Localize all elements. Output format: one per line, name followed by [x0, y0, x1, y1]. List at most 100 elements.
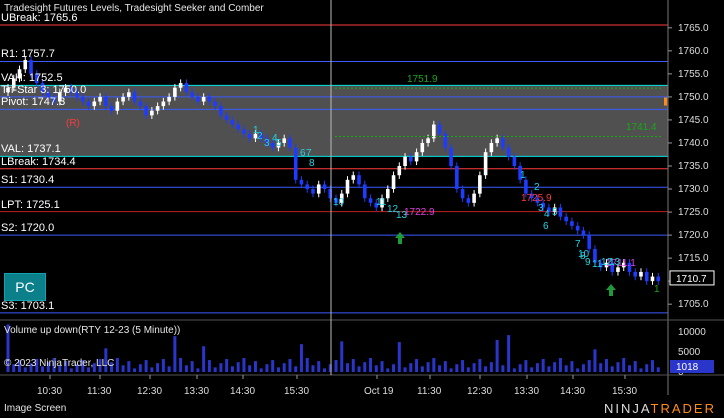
- volume-bar: [133, 368, 137, 372]
- candle-body: [184, 83, 189, 93]
- seq-right-number: 10: [578, 249, 590, 260]
- volume-bar: [639, 368, 643, 372]
- volume-bar: [213, 367, 217, 372]
- volume-bar: [558, 358, 562, 372]
- candle-body: [587, 235, 591, 249]
- seq-right-number: 2: [534, 182, 540, 193]
- candle-body: [489, 142, 494, 153]
- seq-right-number: 4: [544, 209, 550, 220]
- volume-bar: [236, 362, 240, 372]
- volume-bar: [190, 361, 194, 372]
- level-label: Pivot: 1747.3: [1, 96, 66, 109]
- candle-body: [299, 179, 304, 185]
- candle-body: [98, 96, 102, 102]
- candle-body: [316, 184, 321, 194]
- chart-background: [0, 0, 724, 418]
- time-tick-label: 15:30: [284, 386, 309, 397]
- price-tick-label: 1740.0: [678, 138, 709, 149]
- volume-bar: [599, 363, 603, 372]
- price-tick-label: 1705.0: [678, 299, 709, 310]
- volume-bar: [207, 360, 211, 372]
- candle-body: [403, 156, 407, 166]
- volume-bar: [161, 359, 165, 372]
- candle-body: [455, 166, 459, 190]
- candle-body: [564, 216, 568, 222]
- candle-body: [201, 96, 206, 102]
- volume-bar: [179, 358, 183, 372]
- volume-bar: [576, 368, 580, 372]
- volume-bar: [288, 359, 292, 372]
- volume-bar: [420, 366, 424, 372]
- candle-body: [150, 110, 154, 116]
- volume-bar: [253, 361, 257, 372]
- volume-bar: [294, 366, 298, 372]
- time-tick-label: 15:30: [612, 386, 637, 397]
- price-tick-label: 1735.0: [678, 161, 709, 172]
- ninjatrader-logo: NINJATRADER: [604, 401, 716, 416]
- candle-body: [650, 276, 655, 282]
- time-tick-label: 13:30: [184, 386, 209, 397]
- volume-bar: [374, 365, 378, 372]
- candle-body: [173, 87, 177, 97]
- volume-bar: [438, 365, 442, 372]
- candle-body: [224, 115, 229, 120]
- volume-bar: [369, 358, 373, 372]
- volume-bar: [363, 362, 367, 372]
- candle-body: [575, 225, 580, 231]
- candle-body: [656, 276, 661, 282]
- last-volume-label: 1018: [676, 362, 699, 373]
- ninjatrader-chart-window: 1751.9 1741.4 (R) 1722.9 1725.9 1711.1 1 2 3 4 5 6 7…: [0, 0, 724, 418]
- candle-body: [443, 133, 448, 148]
- volume-tick-label: 5000: [678, 347, 701, 358]
- volume-bar: [432, 358, 436, 372]
- volume-bar: [455, 364, 459, 372]
- volume-bar: [570, 361, 574, 372]
- price-tick-label: 1765.0: [678, 23, 709, 34]
- seq-left-number: 3: [264, 138, 270, 149]
- candle-body: [190, 92, 194, 97]
- candle-body: [144, 106, 148, 116]
- volume-bar: [397, 342, 401, 372]
- candle-body: [247, 133, 252, 139]
- price-chart-canvas[interactable]: 1751.91741.4(R)1722.91725.91711.1123 456 7…: [0, 0, 724, 418]
- candle-body: [207, 96, 212, 102]
- volume-bar: [144, 360, 148, 372]
- candle-body: [639, 271, 643, 277]
- candle-body: [420, 142, 425, 153]
- last-price-label: 1710.7: [676, 274, 707, 285]
- volume-bar: [127, 361, 131, 372]
- candle-body: [328, 189, 333, 199]
- candle-body: [633, 271, 638, 277]
- volume-bar: [461, 360, 465, 372]
- volume-bar: [656, 367, 660, 372]
- price-tick-label: 1720.0: [678, 230, 709, 241]
- volume-bar: [386, 368, 390, 372]
- logo-ninja-text: NINJA: [603, 401, 651, 416]
- candle-body: [495, 138, 499, 143]
- price-tick-label: 1725.0: [678, 207, 709, 218]
- volume-bar: [507, 335, 511, 372]
- volume-bar: [259, 368, 263, 372]
- time-tick-label: 12:30: [467, 386, 492, 397]
- volume-bar: [184, 365, 188, 372]
- pc-button[interactable]: PC: [4, 273, 46, 301]
- candle-body: [86, 101, 91, 107]
- candle-body: [483, 152, 488, 176]
- volume-bar: [616, 362, 620, 372]
- candle-body: [288, 138, 292, 148]
- level-label: S2: 1720.0: [1, 222, 55, 235]
- candle-body: [397, 166, 402, 176]
- time-tick-label: 11:30: [87, 386, 112, 397]
- candle-body: [109, 106, 114, 111]
- volume-bar: [530, 367, 534, 372]
- volume-bar: [512, 368, 516, 372]
- volume-bar: [322, 368, 326, 372]
- seq-mid-number: 13: [396, 210, 408, 221]
- candle-body: [570, 221, 574, 226]
- volume-bar: [622, 358, 626, 372]
- time-tick-label: 14:30: [230, 386, 255, 397]
- time-tick-label: 12:30: [137, 386, 162, 397]
- image-screen-label: Image Screen: [4, 403, 67, 414]
- candle-body: [426, 138, 430, 143]
- seq-mid-number: 11: [376, 197, 387, 208]
